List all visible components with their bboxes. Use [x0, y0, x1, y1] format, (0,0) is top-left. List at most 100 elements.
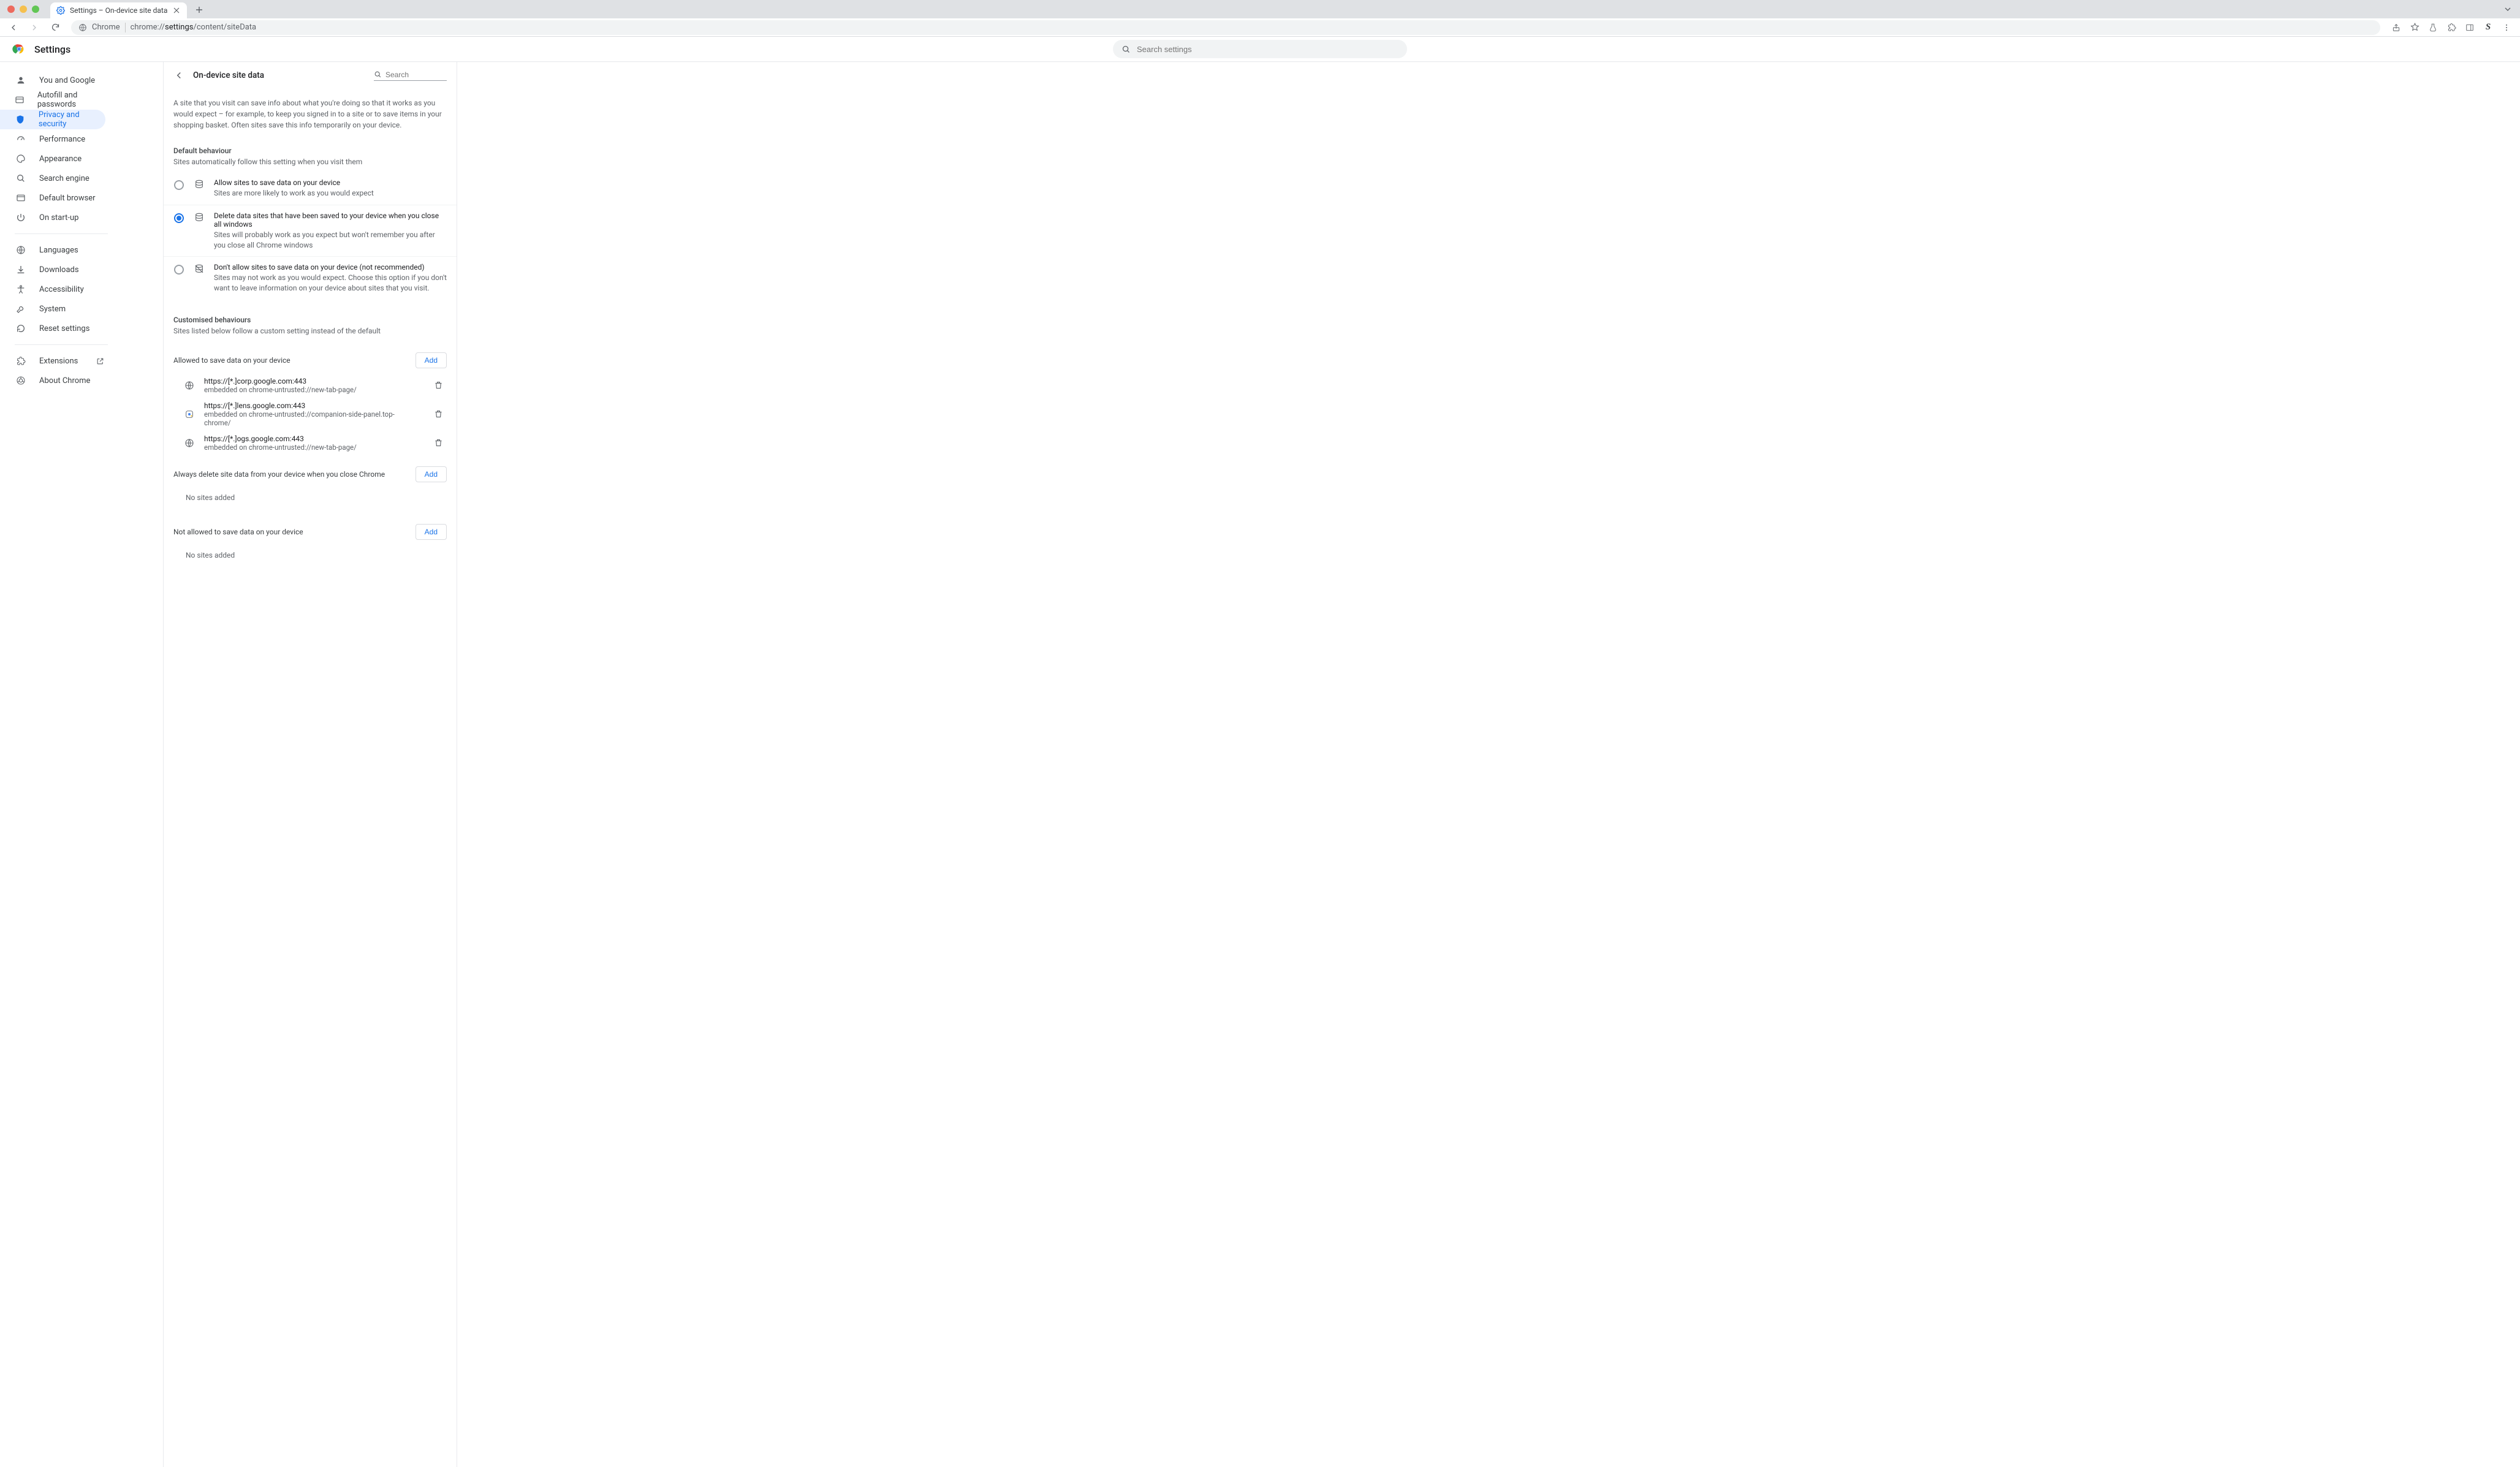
sidebar-item-about[interactable]: About Chrome [0, 371, 105, 390]
omnibox[interactable]: Chrome chrome://settings/content/siteDat… [71, 20, 2380, 35]
sidebar-item-languages[interactable]: Languages [0, 240, 105, 260]
add-always-delete-button[interactable]: Add [416, 466, 447, 482]
radio-button[interactable] [173, 213, 184, 224]
radio-button[interactable] [173, 264, 184, 275]
extensions-icon [15, 356, 27, 366]
database-icon [193, 213, 205, 222]
settings-app-header: Settings [0, 37, 2520, 61]
browser-toolbar: Chrome chrome://settings/content/siteDat… [0, 18, 2520, 37]
reset-icon [15, 324, 27, 333]
sidebar: You and Google Autofill and passwords Pr… [0, 62, 157, 1467]
forward-button[interactable] [26, 19, 43, 36]
tab-close-button[interactable] [172, 6, 181, 15]
page-search-input[interactable] [385, 70, 447, 79]
globe-icon [183, 379, 195, 392]
person-icon [15, 75, 27, 85]
back-button[interactable] [5, 19, 22, 36]
site-info-icon[interactable] [78, 23, 87, 32]
not-allowed-list-header: Not allowed to save data on your device … [164, 513, 457, 545]
accessibility-icon [15, 284, 27, 294]
delete-button[interactable] [430, 406, 447, 423]
reload-button[interactable] [47, 19, 64, 36]
palette-icon [15, 154, 27, 164]
bookmark-button[interactable] [2406, 19, 2423, 36]
browser-icon [15, 193, 27, 203]
site-row: https://[*.]ogs.google.com:443embedded o… [164, 431, 457, 455]
sidebar-item-performance[interactable]: Performance [0, 129, 105, 149]
window-chrome: Settings – On-device site data [0, 0, 2520, 18]
add-allowed-button[interactable]: Add [416, 352, 447, 368]
sidebar-item-system[interactable]: System [0, 299, 105, 319]
radio-option-delete-on-close[interactable]: Delete data sites that have been saved t… [164, 205, 457, 257]
radio-option-block[interactable]: Don't allow sites to save data on your d… [164, 256, 457, 300]
radio-option-allow[interactable]: Allow sites to save data on your deviceS… [164, 172, 457, 205]
database-icon [193, 180, 205, 189]
shield-icon [15, 115, 26, 124]
database-off-icon [193, 264, 205, 274]
lens-icon [183, 408, 195, 420]
default-behaviour-sub: Sites automatically follow this setting … [164, 157, 457, 172]
search-icon [1121, 45, 1131, 54]
globe-icon [183, 437, 195, 449]
add-not-allowed-button[interactable]: Add [416, 524, 447, 540]
browser-tab-active[interactable]: Settings – On-device site data [50, 2, 187, 18]
tabstrip: Settings – On-device site data [50, 0, 208, 18]
site-row: https://[*.]corp.google.com:443embedded … [164, 373, 457, 398]
download-icon [15, 265, 27, 275]
search-icon [15, 173, 27, 183]
autofill-icon [15, 95, 25, 105]
page-title: On-device site data [193, 70, 365, 80]
labs-button[interactable] [2424, 19, 2442, 36]
settings-search[interactable] [1113, 40, 1407, 58]
tabstrip-overflow-button[interactable] [2504, 6, 2511, 13]
delete-button[interactable] [430, 434, 447, 452]
window-close-button[interactable] [7, 6, 15, 13]
content-panel: On-device site data A site that you visi… [163, 62, 457, 1467]
sidebar-item-autofill[interactable]: Autofill and passwords [0, 90, 105, 110]
sidebar-item-appearance[interactable]: Appearance [0, 149, 105, 169]
default-behaviour-heading: Default behaviour [164, 131, 457, 157]
share-button[interactable] [2388, 19, 2405, 36]
window-zoom-button[interactable] [32, 6, 39, 13]
app-title: Settings [34, 44, 70, 55]
radio-button[interactable] [173, 180, 184, 191]
open-in-new-icon [96, 357, 104, 365]
gear-icon [56, 6, 65, 15]
site-row: https://[*.]lens.google.com:443embedded … [164, 398, 457, 431]
search-icon [374, 70, 382, 78]
settings-search-input[interactable] [1137, 45, 1399, 54]
wrench-icon [15, 304, 27, 314]
page-header: On-device site data [164, 62, 457, 89]
sidebar-item-privacy-security[interactable]: Privacy and security [0, 110, 105, 129]
page-search[interactable] [374, 70, 447, 81]
omnibox-chip: Chrome [92, 23, 120, 32]
new-tab-button[interactable] [191, 1, 208, 18]
page-intro: A site that you visit can save info abou… [164, 89, 457, 131]
sidebar-item-search-engine[interactable]: Search engine [0, 169, 105, 188]
sidebar-item-you-and-google[interactable]: You and Google [0, 70, 105, 90]
sidebar-item-reset[interactable]: Reset settings [0, 319, 105, 338]
chrome-logo-icon [12, 42, 26, 56]
sidebar-item-extensions[interactable]: Extensions [0, 351, 105, 371]
chrome-icon [15, 376, 27, 385]
profile-button[interactable]: S [2480, 19, 2497, 36]
extensions-button[interactable] [2443, 19, 2460, 36]
globe-icon [15, 245, 27, 255]
back-arrow-button[interactable] [173, 70, 184, 81]
omnibox-divider [125, 23, 126, 32]
sidebar-item-accessibility[interactable]: Accessibility [0, 279, 105, 299]
customised-heading: Customised behaviours [164, 300, 457, 327]
sidebar-item-startup[interactable]: On start-up [0, 208, 105, 227]
always-delete-empty: No sites added [164, 487, 457, 513]
speedometer-icon [15, 134, 27, 144]
delete-button[interactable] [430, 377, 447, 394]
side-panel-button[interactable] [2461, 19, 2478, 36]
allowed-list-header: Allowed to save data on your device Add [164, 341, 457, 373]
sidebar-item-downloads[interactable]: Downloads [0, 260, 105, 279]
always-delete-list-header: Always delete site data from your device… [164, 455, 457, 487]
not-allowed-empty: No sites added [164, 545, 457, 570]
sidebar-item-default-browser[interactable]: Default browser [0, 188, 105, 208]
chrome-menu-button[interactable] [2498, 19, 2515, 36]
tab-title: Settings – On-device site data [70, 6, 167, 15]
window-minimize-button[interactable] [20, 6, 27, 13]
